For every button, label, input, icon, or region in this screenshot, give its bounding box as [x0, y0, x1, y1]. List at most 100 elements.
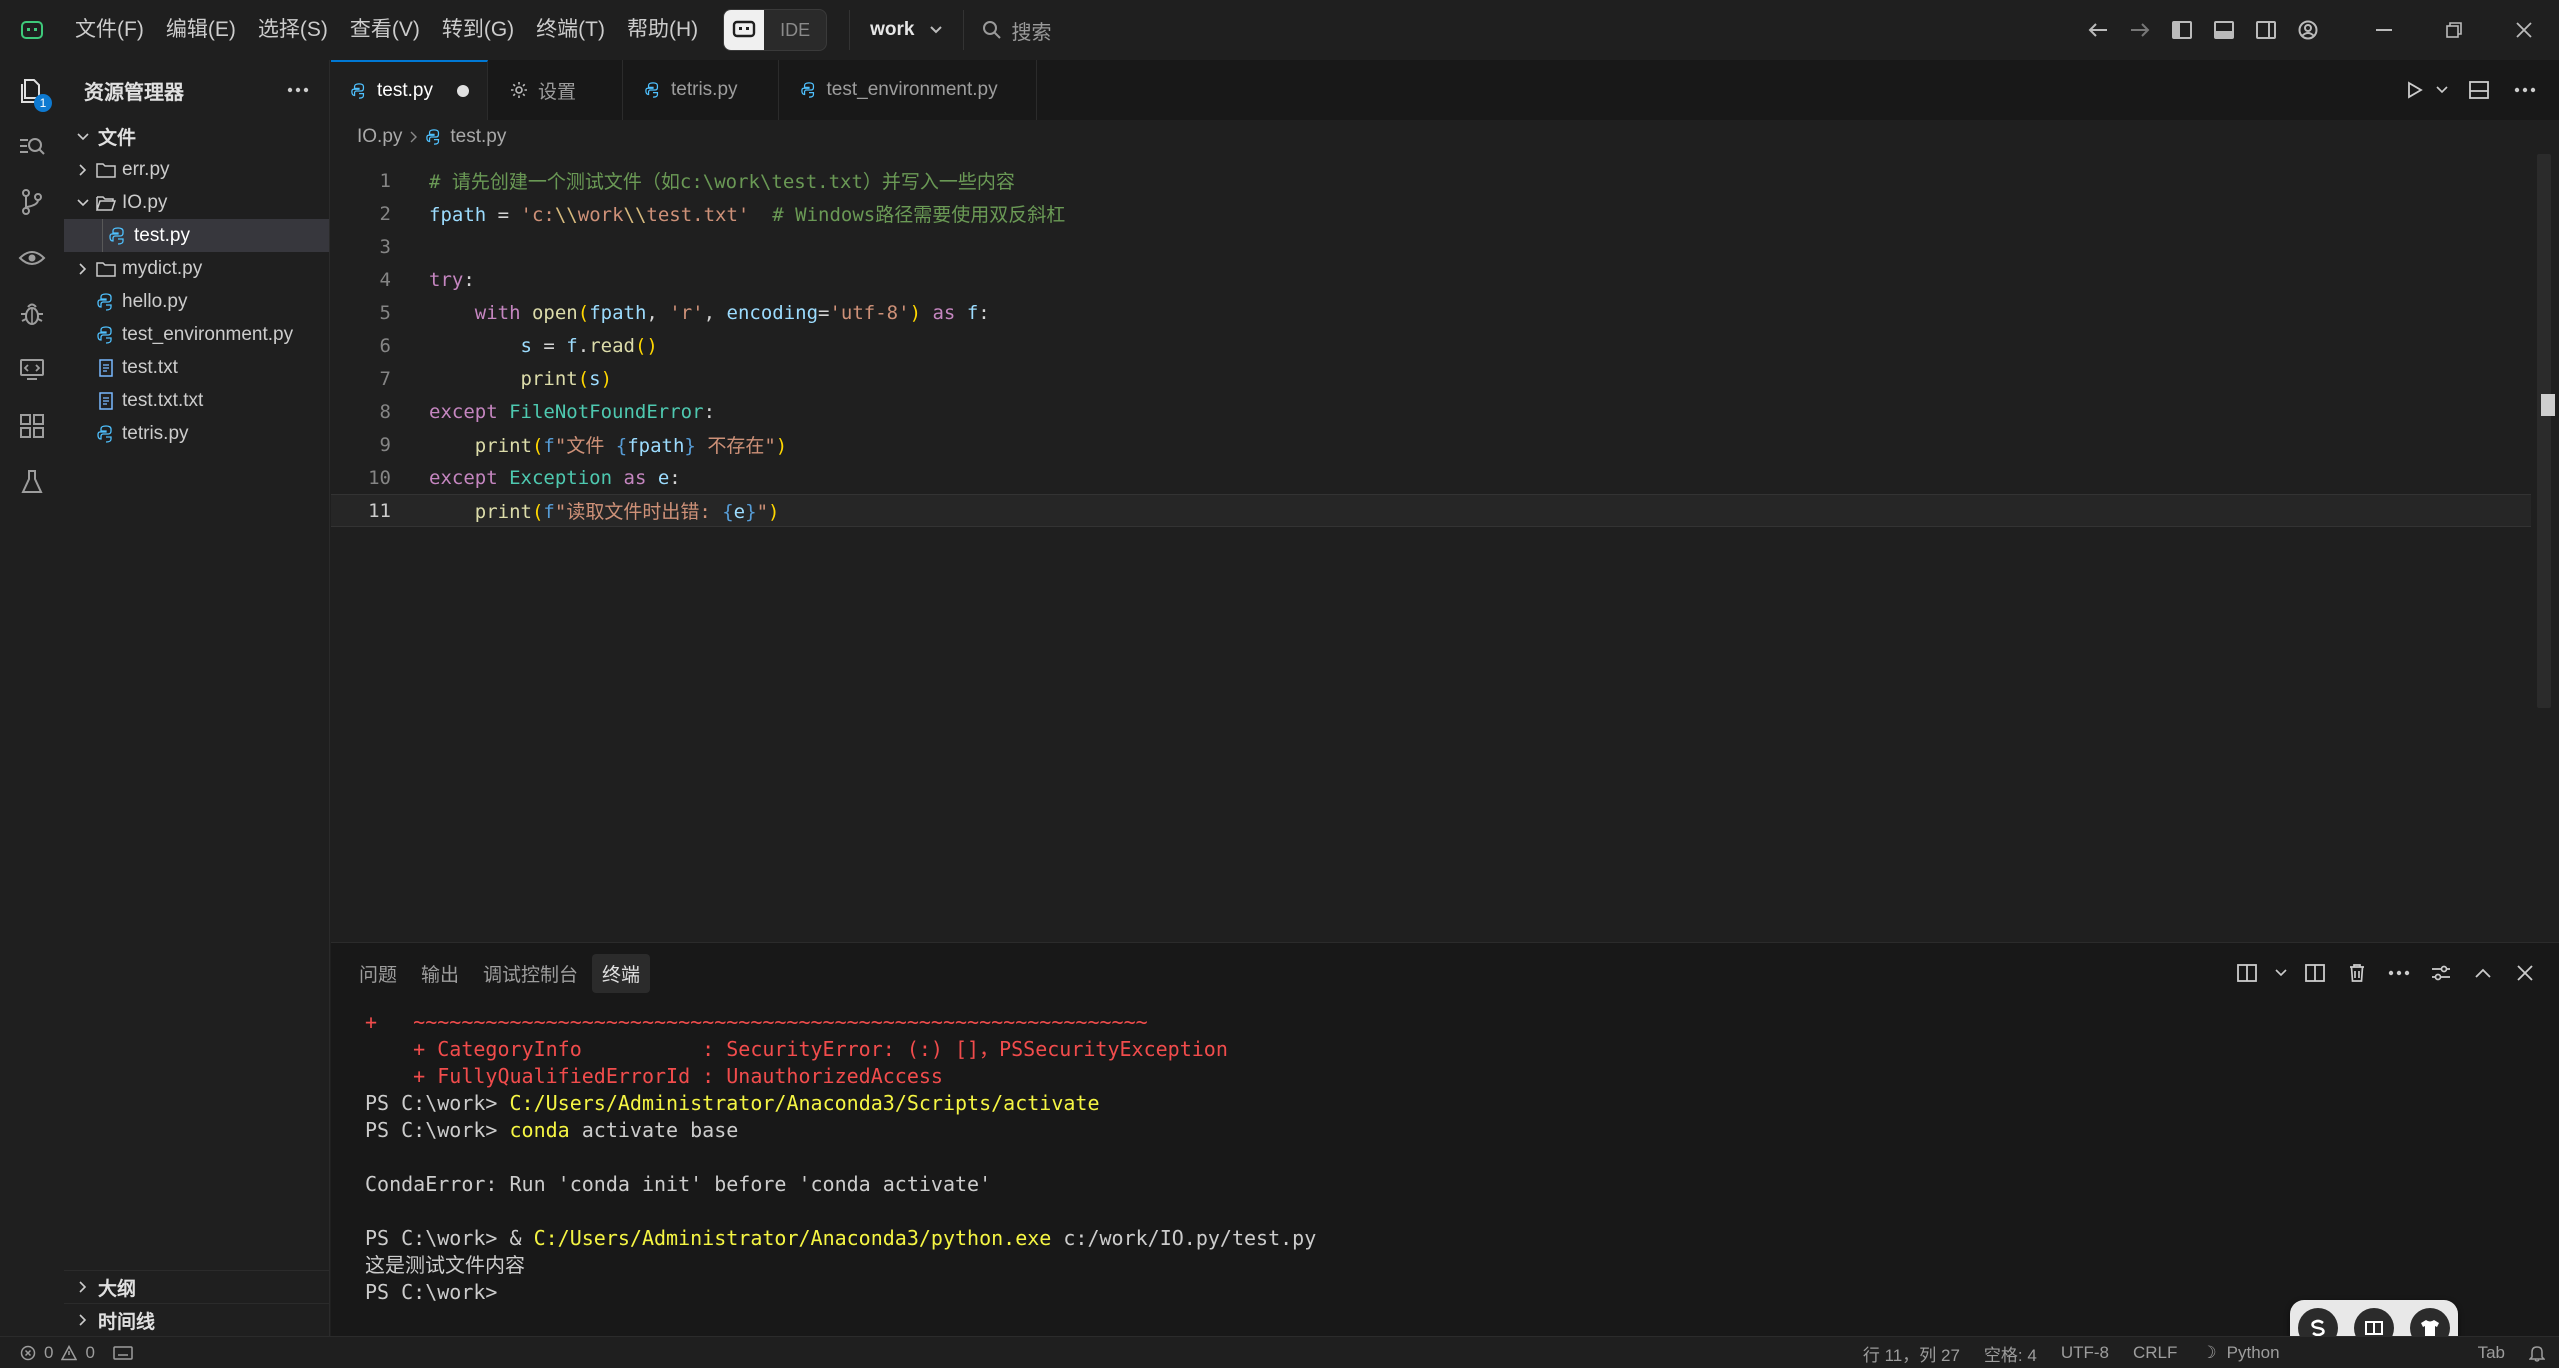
indent-mode[interactable]: Tab [2478, 1343, 2505, 1363]
panel-settings-button[interactable] [2423, 955, 2459, 991]
code-line[interactable]: 5 with open(fpath, 'r', encoding='utf-8'… [331, 296, 2531, 329]
editor-more-button[interactable] [2507, 72, 2543, 108]
panel-tab-output[interactable]: 输出 [411, 954, 469, 993]
menu-selection[interactable]: 选择(S) [247, 0, 339, 60]
line-number: 4 [379, 268, 391, 291]
command-search[interactable]: 搜索 [982, 16, 1052, 45]
more-actions-icon[interactable] [287, 87, 309, 93]
menu-go[interactable]: 转到(G) [431, 0, 525, 60]
activity-search[interactable] [0, 118, 64, 174]
search-placeholder: 搜索 [1011, 21, 1052, 44]
terminal-line: PS C:\work> conda activate base [365, 1118, 739, 1142]
panel-tab-terminal[interactable]: 终端 [592, 953, 651, 993]
run-button[interactable] [2397, 72, 2433, 108]
tab-test-environment-py[interactable]: test_environment.py [778, 60, 1037, 120]
panel-tab-problems[interactable]: 问题 [349, 954, 407, 993]
status-problems[interactable]: 0 0 [0, 1343, 133, 1363]
breadcrumb-folder[interactable]: IO.py [357, 126, 402, 148]
chevron-down-icon [2275, 969, 2287, 977]
bell-icon[interactable] [2529, 1344, 2545, 1362]
ide-mode-label[interactable]: IDE [764, 20, 826, 41]
line-number: 6 [379, 334, 391, 357]
account-button[interactable] [2287, 0, 2329, 60]
tree-item-err[interactable]: err.py [64, 153, 329, 186]
end-of-line[interactable]: CRLF [2133, 1343, 2177, 1363]
code-editor[interactable]: 1 # 请先创建一个测试文件（如c:\work\test.txt）并写入一些内容… [331, 154, 2559, 942]
tree-item-io[interactable]: IO.py [64, 186, 329, 219]
new-terminal-layout-button[interactable] [2229, 955, 2265, 991]
activity-debug[interactable] [0, 286, 64, 342]
close-panel-button[interactable] [2507, 955, 2543, 991]
run-options-button[interactable] [2433, 72, 2451, 108]
menu-file[interactable]: 文件(F) [64, 0, 155, 60]
tab-settings[interactable]: 设置 [487, 60, 623, 120]
toggle-secondary-sidebar-button[interactable] [2245, 0, 2287, 60]
tree-item-mydict[interactable]: mydict.py [64, 252, 329, 285]
tree-item-test-txt-txt[interactable]: test.txt.txt [64, 384, 329, 417]
indentation-setting[interactable]: 空格: 4 [1984, 1341, 2037, 1366]
outline-section[interactable]: 大纲 [64, 1270, 330, 1303]
tab-test-py[interactable]: test.py [331, 60, 488, 120]
unsaved-dot-icon[interactable] [456, 85, 469, 97]
keyboard-icon[interactable] [113, 1345, 133, 1360]
terminal-output[interactable]: + ~~~~~~~~~~~~~~~~~~~~~~~~~~~~~~~~~~~~~~… [365, 1009, 1316, 1306]
menu-view[interactable]: 查看(V) [339, 0, 431, 60]
split-terminal-button[interactable] [2297, 955, 2333, 991]
title-bar-controls [2077, 0, 2559, 60]
code-line[interactable]: 3 [331, 230, 2531, 263]
activity-explorer[interactable]: 1 [0, 62, 64, 118]
activity-testing[interactable] [0, 454, 64, 510]
cursor-position[interactable]: 行 11，列 27 [1863, 1341, 1960, 1366]
close-window-button[interactable] [2489, 0, 2559, 60]
activity-source-control[interactable] [0, 174, 64, 230]
toggle-primary-sidebar-button[interactable] [2161, 0, 2203, 60]
ide-mode-toggle[interactable]: IDE [723, 9, 828, 51]
code-line[interactable]: 7 print(s) [331, 362, 2531, 395]
code-line[interactable]: 8 except FileNotFoundError: [331, 395, 2531, 428]
explorer-root-folder[interactable]: 文件 [64, 120, 329, 153]
code-line[interactable]: 4 try: [331, 263, 2531, 296]
warning-icon [61, 1344, 78, 1360]
maximize-panel-button[interactable] [2465, 955, 2501, 991]
editor-scrollbar[interactable] [2537, 154, 2551, 708]
minimize-button[interactable] [2349, 0, 2419, 60]
terminal-dropdown-button[interactable] [2271, 955, 2291, 991]
tree-item-test-txt[interactable]: test.txt [64, 351, 329, 384]
panel-more-button[interactable] [2381, 955, 2417, 991]
tree-item-label: tetris.py [122, 422, 189, 444]
python-file-icon [351, 83, 365, 99]
assistant-mode-icon[interactable] [724, 10, 765, 50]
code-line[interactable]: 1 # 请先创建一个测试文件（如c:\work\test.txt）并写入一些内容 [331, 164, 2531, 197]
forward-button[interactable] [2119, 0, 2161, 60]
kill-terminal-button[interactable] [2339, 955, 2375, 991]
toggle-panel-button[interactable] [2203, 0, 2245, 60]
split-terminal-icon [2305, 964, 2325, 982]
language-mode[interactable]: ☽ Python [2201, 1343, 2279, 1363]
activity-remote[interactable] [0, 342, 64, 398]
tree-item-test-py[interactable]: test.py [64, 219, 329, 252]
menu-edit[interactable]: 编辑(E) [155, 0, 247, 60]
close-icon [2516, 22, 2532, 38]
menu-help[interactable]: 帮助(H) [616, 0, 709, 60]
activity-preview[interactable] [0, 230, 64, 286]
split-editor-button[interactable] [2461, 72, 2497, 108]
tree-item-tetris[interactable]: tetris.py [64, 417, 329, 450]
panel-tab-debug-console[interactable]: 调试控制台 [473, 954, 588, 993]
code-line[interactable]: 6 s = f.read() [331, 329, 2531, 362]
menu-terminal[interactable]: 终端(T) [525, 0, 616, 60]
back-button[interactable] [2077, 0, 2119, 60]
editor-scroll-marker[interactable] [2541, 394, 2555, 416]
timeline-section[interactable]: 时间线 [64, 1303, 330, 1336]
code-line[interactable]: 2 fpath = 'c:\\work\\test.txt' # Windows… [331, 197, 2531, 230]
code-line[interactable]: 9 print(f"文件 {fpath} 不存在") [331, 428, 2531, 461]
activity-extensions[interactable] [0, 398, 64, 454]
tree-item-hello[interactable]: hello.py [64, 285, 329, 318]
tab-tetris-py[interactable]: tetris.py [623, 60, 779, 120]
tree-item-test-environment[interactable]: test_environment.py [64, 318, 329, 351]
code-line[interactable]: 10 except Exception as e: [331, 461, 2531, 494]
workspace-selector[interactable]: work [849, 10, 964, 50]
restore-button[interactable] [2419, 0, 2489, 60]
file-encoding[interactable]: UTF-8 [2061, 1343, 2109, 1363]
current-code-line[interactable]: 11 print(f"读取文件时出错: {e}") [331, 494, 2531, 527]
breadcrumb-file[interactable]: test.py [450, 126, 506, 148]
